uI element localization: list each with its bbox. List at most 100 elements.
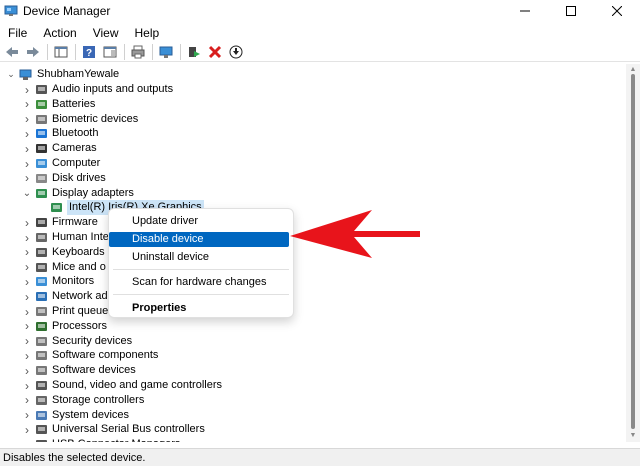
- print-button[interactable]: [129, 43, 147, 61]
- tree-item-label: Sound, video and game controllers: [52, 379, 222, 391]
- chevron-down-icon[interactable]: ⌄: [6, 67, 16, 82]
- tree-category-item[interactable]: › Software devices: [0, 363, 626, 378]
- chevron-right-icon[interactable]: ›: [22, 363, 32, 378]
- tree-category-item[interactable]: › USB Connector Managers: [0, 437, 626, 442]
- tree-item-label: Human Inte: [52, 231, 109, 243]
- tree-category-item[interactable]: › Print queue: [0, 304, 626, 319]
- menu-help[interactable]: Help: [127, 26, 168, 40]
- maximize-button[interactable]: [548, 0, 594, 22]
- menu-file[interactable]: File: [0, 26, 35, 40]
- help-button[interactable]: ?: [80, 43, 98, 61]
- tree-category-item[interactable]: › Mice and o: [0, 260, 626, 275]
- scroll-down-icon[interactable]: ▼: [629, 432, 637, 440]
- chevron-right-icon[interactable]: ›: [22, 230, 32, 245]
- status-bar: Disables the selected device.: [0, 448, 640, 466]
- action-pane-button[interactable]: [101, 43, 119, 61]
- chevron-right-icon[interactable]: ›: [22, 215, 32, 230]
- update-driver-button[interactable]: [185, 43, 203, 61]
- menu-scan-hardware[interactable]: Scan for hardware changes: [109, 275, 293, 290]
- download-button[interactable]: [227, 43, 245, 61]
- tree-category-item[interactable]: › Software components: [0, 348, 626, 363]
- annotation-arrow-icon: [290, 210, 420, 258]
- status-text: Disables the selected device.: [3, 451, 146, 464]
- tree-category-item[interactable]: › Sound, video and game controllers: [0, 378, 626, 393]
- tree-category-item[interactable]: › Biometric devices: [0, 112, 626, 127]
- title-bar: Device Manager: [0, 0, 640, 22]
- chevron-right-icon[interactable]: ›: [22, 156, 32, 171]
- chevron-right-icon[interactable]: ›: [22, 260, 32, 275]
- fingerprint-icon: [35, 113, 48, 126]
- chevron-right-icon[interactable]: ›: [22, 304, 32, 319]
- uninstall-button[interactable]: [206, 43, 224, 61]
- close-icon: [612, 6, 622, 16]
- scrollbar-thumb[interactable]: [631, 74, 635, 429]
- tree-item-label: Biometric devices: [52, 112, 139, 125]
- tree-category-item[interactable]: › Batteries: [0, 97, 626, 112]
- context-menu: Update driver Disable device Uninstall d…: [108, 208, 294, 318]
- system-icon: [35, 409, 48, 422]
- tree-root[interactable]: ⌄ ShubhamYewale: [0, 67, 626, 82]
- scroll-up-icon[interactable]: ▲: [629, 66, 637, 74]
- chevron-right-icon[interactable]: ›: [22, 408, 32, 423]
- close-button[interactable]: [594, 0, 640, 22]
- network-icon: [35, 290, 48, 303]
- chevron-right-icon[interactable]: ›: [22, 112, 32, 127]
- tree-category-item[interactable]: ⌄ Display adapters: [0, 186, 626, 201]
- help-icon: ?: [83, 45, 95, 59]
- chevron-right-icon[interactable]: ›: [22, 289, 32, 304]
- chevron-right-icon[interactable]: ›: [22, 348, 32, 363]
- vertical-scrollbar[interactable]: ▲ ▼: [626, 64, 640, 442]
- tree-category-item[interactable]: › System devices: [0, 408, 626, 423]
- usb-icon: [35, 438, 48, 442]
- tree-category-item[interactable]: › Audio inputs and outputs: [0, 82, 626, 97]
- tree-item-label: Monitors: [52, 275, 95, 288]
- battery-icon: [35, 98, 48, 111]
- tree-category-item[interactable]: › Bluetooth: [0, 126, 626, 141]
- tree-category-item[interactable]: › Storage controllers: [0, 393, 626, 408]
- menu-disable-device[interactable]: Disable device: [109, 232, 289, 247]
- show-hide-tree-button[interactable]: [52, 43, 70, 61]
- chevron-right-icon[interactable]: ›: [22, 82, 32, 97]
- menu-update-driver[interactable]: Update driver: [109, 214, 293, 229]
- chevron-right-icon[interactable]: ›: [22, 437, 32, 442]
- minimize-icon: [520, 10, 530, 12]
- tree-category-item[interactable]: › Disk drives: [0, 171, 626, 186]
- speaker-icon: [35, 83, 48, 96]
- menu-action[interactable]: Action: [35, 26, 84, 40]
- menu-view[interactable]: View: [85, 26, 127, 40]
- scan-hardware-button[interactable]: [157, 43, 175, 61]
- chevron-right-icon[interactable]: ›: [22, 274, 32, 289]
- chevron-right-icon[interactable]: ›: [22, 245, 32, 260]
- chevron-right-icon[interactable]: ›: [22, 171, 32, 186]
- chevron-right-icon[interactable]: ›: [22, 97, 32, 112]
- disk-icon: [35, 172, 48, 185]
- chevron-right-icon[interactable]: ›: [22, 422, 32, 437]
- chevron-right-icon[interactable]: ›: [22, 319, 32, 334]
- minimize-button[interactable]: [502, 0, 548, 22]
- print-icon: [131, 45, 145, 58]
- chevron-right-icon[interactable]: ›: [22, 141, 32, 156]
- tree-category-item[interactable]: › Computer: [0, 156, 626, 171]
- tree-category-item[interactable]: › Monitors: [0, 274, 626, 289]
- chevron-right-icon[interactable]: ›: [22, 126, 32, 141]
- toolbar-separator: [47, 43, 48, 60]
- tree-category-item[interactable]: › Processors: [0, 319, 626, 334]
- display-adapter-icon: [50, 201, 63, 214]
- chevron-right-icon[interactable]: ›: [22, 393, 32, 408]
- tree-category-item[interactable]: › Security devices: [0, 334, 626, 349]
- toolbar-separator: [152, 43, 153, 60]
- tree-item-label: Software components: [52, 349, 159, 362]
- tree-category-item[interactable]: › Cameras: [0, 141, 626, 156]
- tree-category-item[interactable]: › Network ad: [0, 289, 626, 304]
- chevron-down-icon[interactable]: ⌄: [22, 186, 32, 201]
- display-adapter-icon: [35, 187, 48, 200]
- forward-button[interactable]: [24, 43, 42, 61]
- menu-properties[interactable]: Properties: [109, 301, 293, 316]
- window-title: Device Manager: [23, 4, 111, 18]
- chevron-right-icon[interactable]: ›: [22, 334, 32, 349]
- back-button[interactable]: [3, 43, 21, 61]
- software-icon: [35, 364, 48, 377]
- tree-category-item[interactable]: › Universal Serial Bus controllers: [0, 422, 626, 437]
- chevron-right-icon[interactable]: ›: [22, 378, 32, 393]
- menu-uninstall-device[interactable]: Uninstall device: [109, 250, 293, 265]
